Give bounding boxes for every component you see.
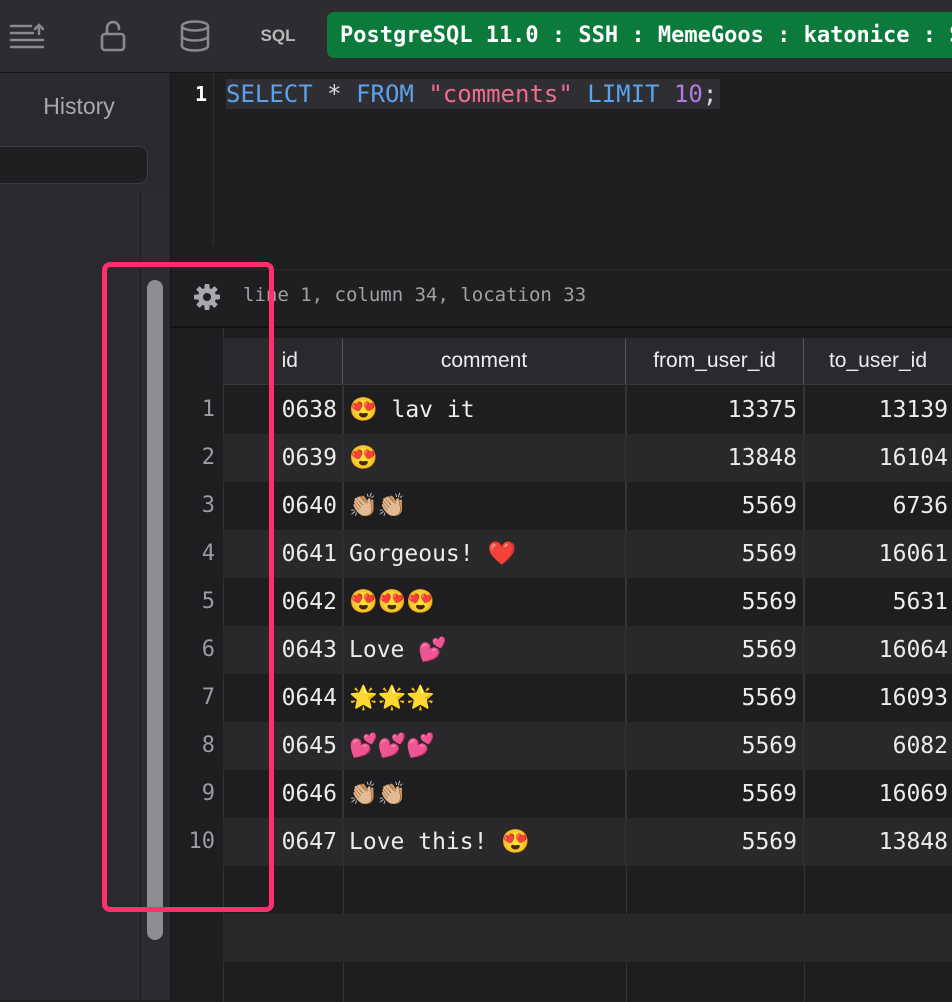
header-to-user-id[interactable]: to_user_id: [804, 338, 952, 384]
select-star: *: [327, 80, 342, 108]
keyword-select: SELECT: [226, 80, 313, 108]
cell-to-user-id[interactable]: 16093: [804, 674, 952, 722]
limit-value: 10: [673, 80, 703, 108]
table-name: "comments": [428, 80, 573, 108]
sql-button[interactable]: SQL: [255, 22, 301, 50]
cell-from-user-id[interactable]: 5569: [626, 674, 804, 722]
results-grid[interactable]: id comment from_user_id to_user_id 0638 …: [171, 326, 952, 1002]
cell-comment[interactable]: 👏🏼👏🏼: [343, 770, 626, 818]
table-row[interactable]: 0642 😍😍😍 5569 5631: [223, 578, 952, 626]
table-row[interactable]: 0645 💕💕💕 5569 6082: [223, 722, 952, 770]
cell-comment[interactable]: Love 💕: [343, 626, 626, 674]
table-row[interactable]: 0640 👏🏼👏🏼 5569 6736: [223, 482, 952, 530]
cell-from-user-id[interactable]: 5569: [626, 770, 804, 818]
cell-from-user-id[interactable]: 5569: [626, 530, 804, 578]
table-row[interactable]: 0643 Love 💕 5569 16064: [223, 626, 952, 674]
cell-comment[interactable]: 😍😍😍: [343, 578, 626, 626]
cell-from-user-id[interactable]: 13375: [626, 386, 804, 434]
header-from-user-id[interactable]: from_user_id: [626, 338, 804, 384]
header-comment[interactable]: comment: [343, 338, 626, 384]
keyword-limit: LIMIT: [587, 80, 660, 108]
cell-comment[interactable]: 💕💕💕: [343, 722, 626, 770]
cell-to-user-id[interactable]: 13139: [804, 386, 952, 434]
history-label[interactable]: History: [0, 93, 158, 120]
cell-comment[interactable]: Gorgeous! ❤️: [343, 530, 626, 578]
empty-row: [223, 914, 952, 962]
cell-from-user-id[interactable]: 5569: [626, 482, 804, 530]
toolbar: SQL PostgreSQL 11.0 : SSH : MemeGoos : k…: [0, 0, 952, 73]
history-search-input[interactable]: [0, 146, 148, 184]
cursor-location: line 1, column 34, location 33: [243, 284, 587, 306]
cell-to-user-id[interactable]: 5631: [804, 578, 952, 626]
database-icon[interactable]: [173, 14, 217, 58]
results-header: id comment from_user_id to_user_id: [223, 338, 952, 385]
text-align-icon[interactable]: [5, 14, 49, 58]
cell-to-user-id[interactable]: 16064: [804, 626, 952, 674]
unlock-icon[interactable]: [91, 14, 135, 58]
keyword-from: FROM: [356, 80, 414, 108]
editor-gutter: 1: [171, 73, 214, 245]
cell-from-user-id[interactable]: 13848: [626, 434, 804, 482]
cell-from-user-id[interactable]: 5569: [626, 626, 804, 674]
cell-to-user-id[interactable]: 16061: [804, 530, 952, 578]
cell-from-user-id[interactable]: 5569: [626, 818, 804, 866]
query-text[interactable]: SELECT * FROM "comments" LIMIT 10;: [226, 79, 721, 109]
highlight-box: [102, 262, 274, 912]
cell-to-user-id[interactable]: 16069: [804, 770, 952, 818]
cell-comment[interactable]: 👏🏼👏🏼: [343, 482, 626, 530]
table-row[interactable]: 0641 Gorgeous! ❤️ 5569 16061: [223, 530, 952, 578]
table-row[interactable]: 0644 🌟🌟🌟 5569 16093: [223, 674, 952, 722]
query-editor[interactable]: 1 SELECT * FROM "comments" LIMIT 10; lin…: [171, 73, 952, 325]
cell-comment[interactable]: 😍 lav it: [343, 386, 626, 434]
cell-from-user-id[interactable]: 5569: [626, 578, 804, 626]
editor-status-bar: line 1, column 34, location 33: [171, 269, 952, 326]
cell-comment[interactable]: 😍: [343, 434, 626, 482]
table-row[interactable]: 0646 👏🏼👏🏼 5569 16069: [223, 770, 952, 818]
cell-to-user-id[interactable]: 6082: [804, 722, 952, 770]
empty-row: [223, 866, 952, 914]
cell-comment[interactable]: 🌟🌟🌟: [343, 674, 626, 722]
cell-to-user-id[interactable]: 13848: [804, 818, 952, 866]
table-row[interactable]: 0639 😍 13848 16104: [223, 434, 952, 482]
cell-comment[interactable]: Love this! 😍: [343, 818, 626, 866]
cell-to-user-id[interactable]: 16104: [804, 434, 952, 482]
connection-badge[interactable]: PostgreSQL 11.0 : SSH : MemeGoos : katon…: [327, 12, 952, 58]
table-row[interactable]: 0647 Love this! 😍 5569 13848: [223, 818, 952, 866]
table-row[interactable]: 0638 😍 lav it 13375 13139: [223, 386, 952, 434]
cell-from-user-id[interactable]: 5569: [626, 722, 804, 770]
editor-line-number: 1: [194, 82, 207, 106]
semicolon: ;: [702, 80, 718, 108]
cell-to-user-id[interactable]: 6736: [804, 482, 952, 530]
